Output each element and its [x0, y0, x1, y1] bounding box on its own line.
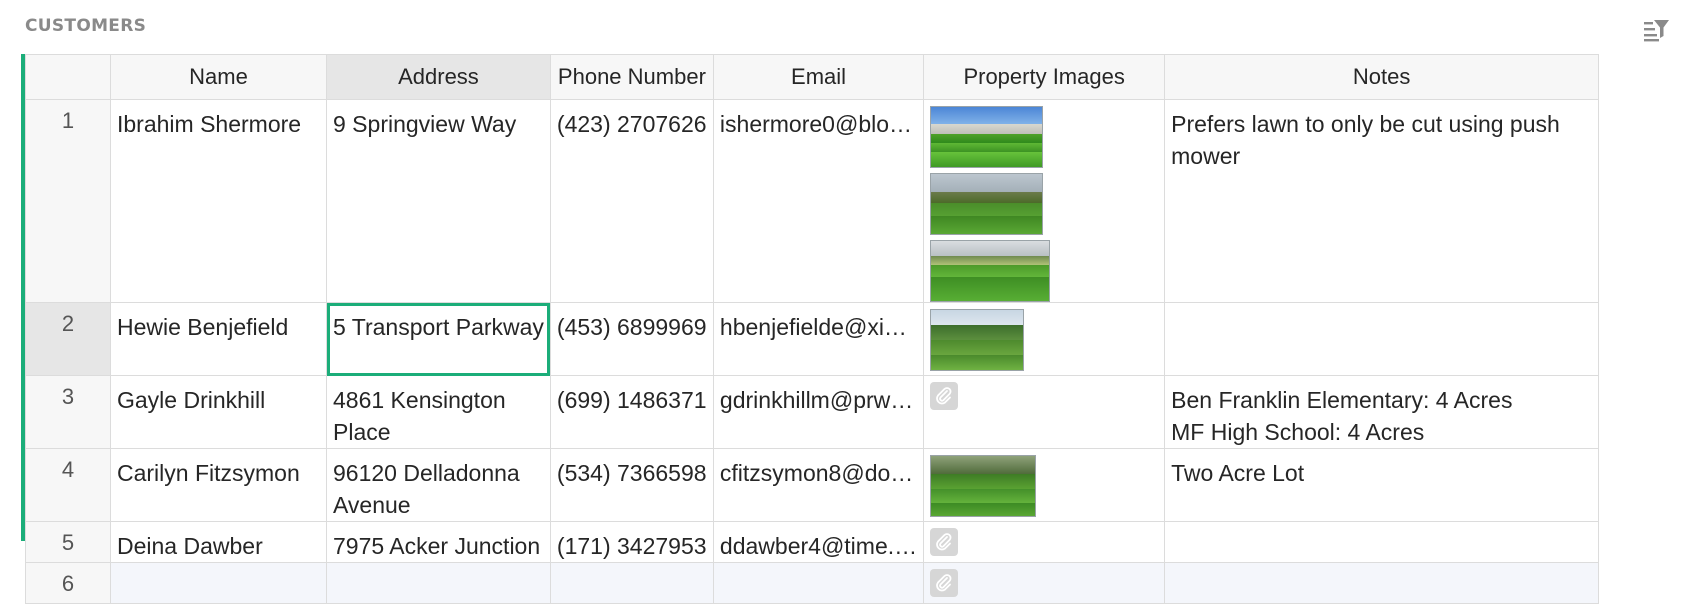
- customers-table: Name Address Phone Number Email Property…: [25, 54, 1600, 604]
- table-row: 2 Hewie Benjefield 5 Transport Parkway (…: [25, 302, 1600, 376]
- cell-notes-text: [1166, 564, 1598, 572]
- cell-email[interactable]: cfitzsymon8@do…: [712, 448, 925, 522]
- cell-name-text: Ibrahim Shermore: [117, 111, 302, 137]
- cell-notes[interactable]: [1164, 562, 1600, 604]
- cell-address[interactable]: 96120 Delladonna Avenue: [326, 448, 551, 522]
- cell-phone[interactable]: (171) 3427953: [549, 521, 714, 563]
- column-header-name[interactable]: Name: [110, 54, 327, 100]
- cell-notes-text: Ben Franklin Elementary: 4 Acres MF High…: [1166, 377, 1598, 448]
- paperclip-icon[interactable]: [930, 528, 959, 556]
- cell-email[interactable]: ishermore0@blo…: [712, 99, 925, 303]
- header-row: Name Address Phone Number Email Property…: [25, 54, 1600, 100]
- property-image-thumbnail[interactable]: [930, 106, 1044, 168]
- cell-phone[interactable]: (453) 6899969: [549, 302, 714, 376]
- cell-phone[interactable]: (423) 2707626: [549, 99, 714, 303]
- row-number[interactable]: 6: [25, 562, 111, 604]
- cell-phone-text: (453) 6899969: [556, 314, 707, 340]
- cell-notes[interactable]: Two Acre Lot: [1164, 448, 1600, 522]
- cell-phone-text: (699) 1486371: [556, 387, 707, 413]
- cell-name[interactable]: Ibrahim Shermore: [110, 99, 327, 303]
- column-header-email[interactable]: Email: [712, 54, 925, 100]
- cell-property-images[interactable]: [923, 375, 1166, 449]
- property-image-thumbnail[interactable]: [930, 309, 1025, 371]
- table-row-new: 6: [25, 562, 1600, 604]
- cell-phone-text: [551, 564, 712, 572]
- table-row: 4 Carilyn Fitzsymon 96120 Delladonna Ave…: [25, 448, 1600, 522]
- cell-notes-text: [1166, 523, 1598, 531]
- cell-email-text: ishermore0@blo…: [719, 111, 913, 137]
- cell-address-selected[interactable]: 5 Transport Parkway: [326, 302, 551, 376]
- column-header-phone[interactable]: Phone Number: [549, 54, 714, 100]
- cell-name[interactable]: Deina Dawber: [110, 521, 327, 563]
- cell-name[interactable]: [110, 562, 327, 604]
- row-number[interactable]: 5: [25, 521, 111, 563]
- cell-name-text: Carilyn Fitzsymon: [117, 460, 300, 486]
- cell-phone[interactable]: (699) 1486371: [549, 375, 714, 449]
- row-number[interactable]: 4: [25, 448, 111, 522]
- cell-address-text: [327, 564, 549, 572]
- paperclip-icon[interactable]: [930, 382, 959, 410]
- cell-notes[interactable]: Prefers lawn to only be cut using push m…: [1164, 99, 1600, 303]
- cell-phone[interactable]: [549, 562, 714, 604]
- section-title: CUSTOMERS: [25, 16, 147, 36]
- cell-email-text: [714, 564, 922, 572]
- notes-line: Ben Franklin Elementary: 4 Acres: [1171, 387, 1513, 413]
- cell-address-text: 7975 Acker Junction: [333, 533, 541, 559]
- cell-address-text: 96120 Delladonna Avenue: [333, 460, 520, 518]
- column-header-address[interactable]: Address: [326, 54, 551, 100]
- table-row: 5 Deina Dawber 7975 Acker Junction (171)…: [25, 521, 1600, 563]
- row-number[interactable]: 1: [25, 99, 111, 303]
- column-header-notes[interactable]: Notes: [1164, 54, 1600, 100]
- cell-address[interactable]: 9 Springview Way: [326, 99, 551, 303]
- cell-name-text: Gayle Drinkhill: [117, 387, 266, 413]
- cell-name[interactable]: Hewie Benjefield: [110, 302, 327, 376]
- cell-address[interactable]: 4861 Kensington Place: [326, 375, 551, 449]
- cell-address-text: 9 Springview Way: [333, 111, 517, 137]
- cell-name[interactable]: Carilyn Fitzsymon: [110, 448, 327, 522]
- cell-phone[interactable]: (534) 7366598: [549, 448, 714, 522]
- cell-notes-text: Two Acre Lot: [1171, 460, 1305, 486]
- cell-email-text: gdrinkhillm@prw…: [719, 387, 914, 413]
- cell-notes-text: Prefers lawn to only be cut using push m…: [1171, 111, 1560, 169]
- property-image-thumbnail[interactable]: [930, 240, 1051, 302]
- cell-property-images[interactable]: [923, 302, 1166, 376]
- cell-email-text: ddawber4@time.…: [719, 533, 918, 559]
- column-header-property-images[interactable]: Property Images: [923, 54, 1166, 100]
- cell-notes[interactable]: Ben Franklin Elementary: 4 Acres MF High…: [1164, 375, 1600, 449]
- cell-phone-text: (423) 2707626: [556, 111, 707, 137]
- cell-address[interactable]: [326, 562, 551, 604]
- notes-line: MF High School: 4 Acres: [1171, 419, 1425, 445]
- cell-notes[interactable]: [1164, 302, 1600, 376]
- cell-email[interactable]: ddawber4@time.…: [712, 521, 925, 563]
- cell-name-text: Hewie Benjefield: [117, 314, 289, 340]
- cell-address[interactable]: 7975 Acker Junction: [326, 521, 551, 563]
- cell-property-images[interactable]: [923, 448, 1166, 522]
- cell-property-images[interactable]: [923, 562, 1166, 604]
- cell-email-text: cfitzsymon8@do…: [719, 460, 914, 486]
- cell-address-text: 5 Transport Parkway: [333, 314, 544, 340]
- cell-address-text: 4861 Kensington Place: [333, 387, 506, 445]
- table-row: 3 Gayle Drinkhill 4861 Kensington Place …: [25, 375, 1600, 449]
- cell-notes-text: [1166, 304, 1598, 312]
- cell-phone-text: (534) 7366598: [556, 460, 707, 486]
- cell-email-text: hbenjefielde@xi…: [719, 314, 907, 340]
- property-image-thumbnail[interactable]: [930, 173, 1044, 235]
- cell-property-images[interactable]: [923, 99, 1166, 303]
- cell-notes[interactable]: [1164, 521, 1600, 563]
- cell-property-images[interactable]: [923, 521, 1166, 563]
- cell-email[interactable]: [712, 562, 925, 604]
- cell-email[interactable]: hbenjefielde@xi…: [712, 302, 925, 376]
- paperclip-icon[interactable]: [930, 569, 959, 597]
- cell-name-text: [112, 564, 326, 572]
- cell-phone-text: (171) 3427953: [556, 533, 707, 559]
- cell-email[interactable]: gdrinkhillm@prw…: [712, 375, 925, 449]
- sort-filter-icon[interactable]: [1642, 18, 1670, 42]
- cell-name-text: Deina Dawber: [117, 533, 263, 559]
- cell-name[interactable]: Gayle Drinkhill: [110, 375, 327, 449]
- table-row: 1 Ibrahim Shermore 9 Springview Way (423…: [25, 99, 1600, 303]
- row-number[interactable]: 3: [25, 375, 111, 449]
- row-number-header[interactable]: [25, 54, 111, 100]
- property-image-thumbnail[interactable]: [930, 455, 1037, 517]
- row-number[interactable]: 2: [25, 302, 111, 376]
